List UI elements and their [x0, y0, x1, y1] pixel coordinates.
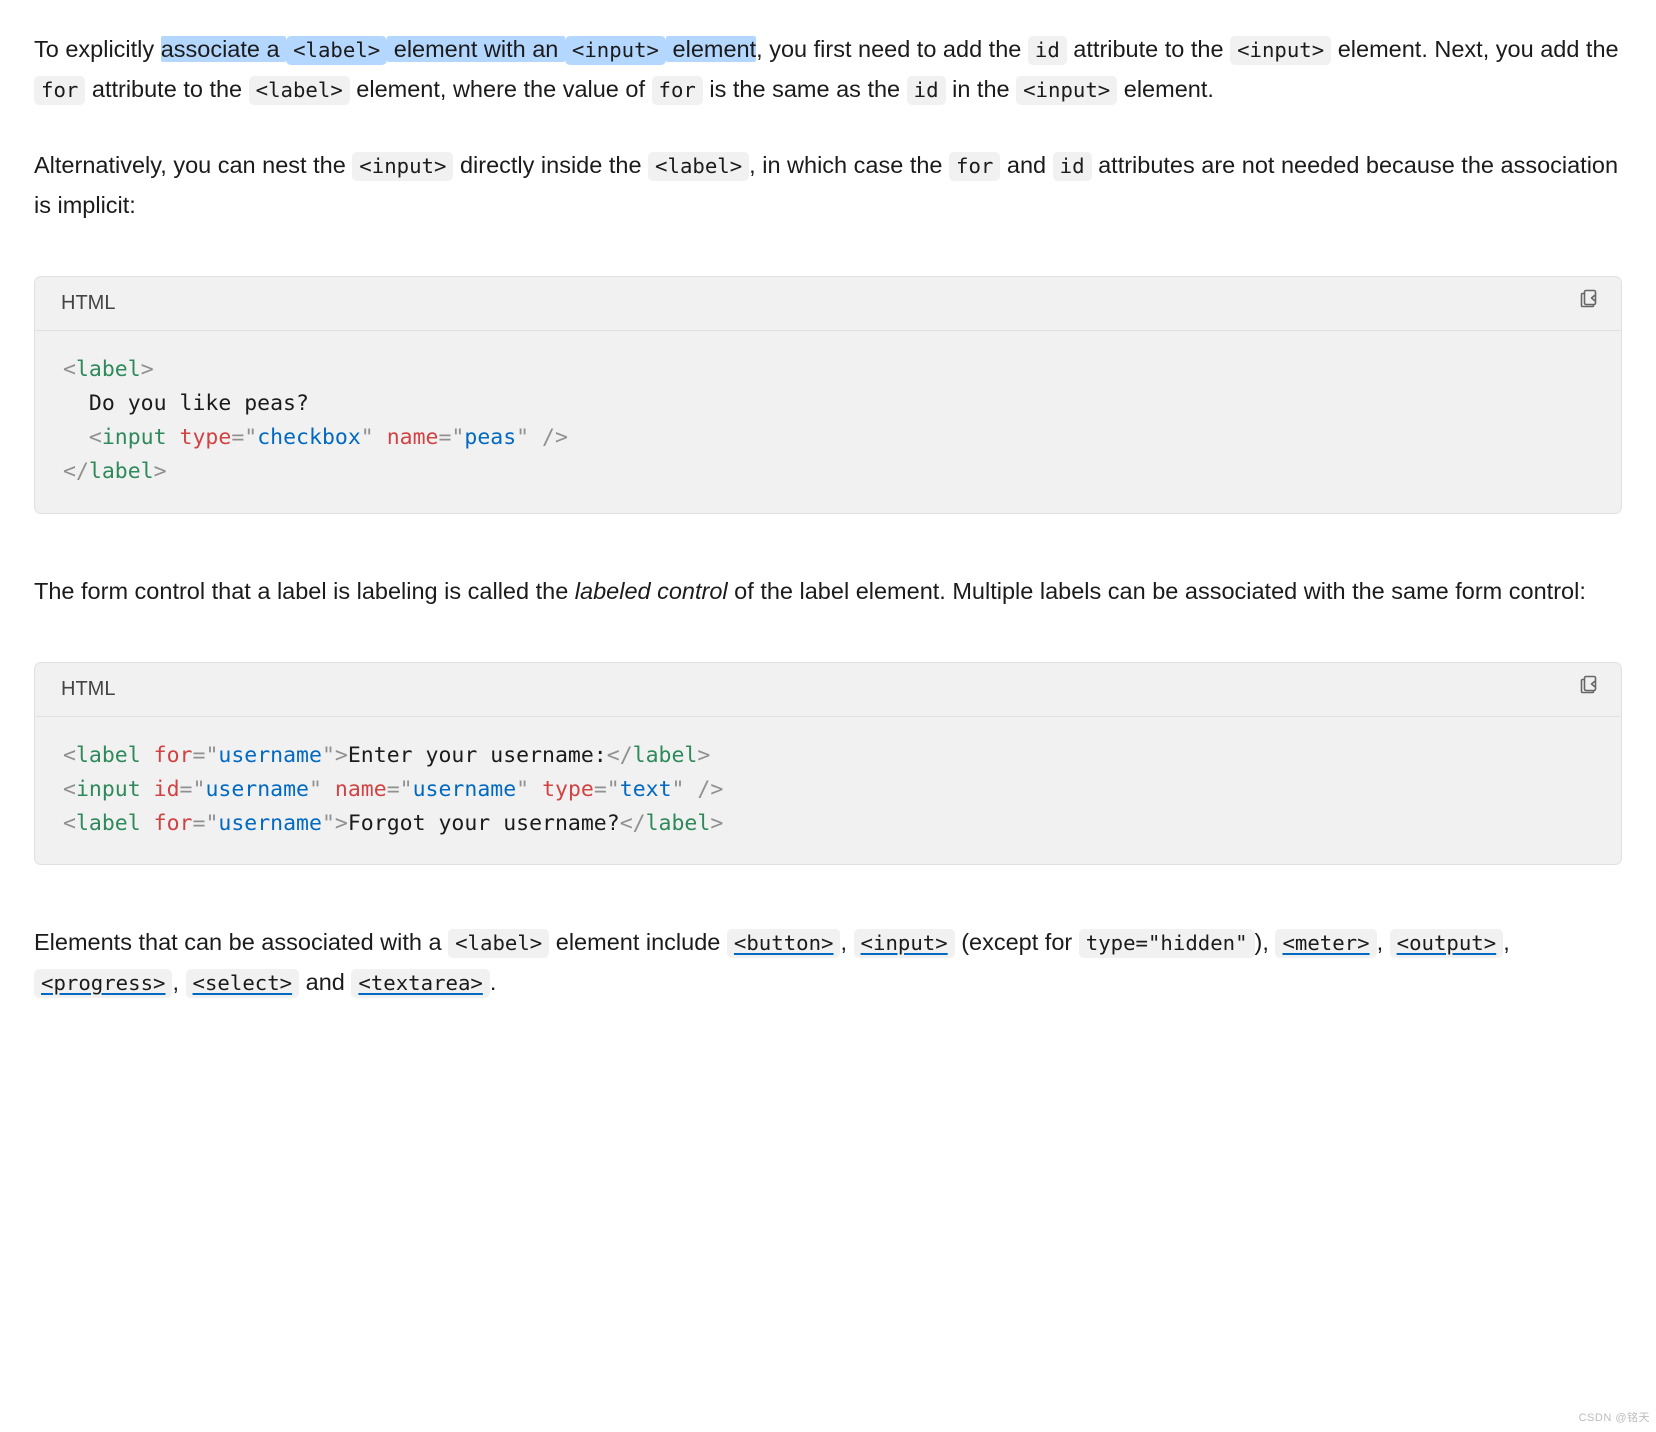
code-type-hidden: type="hidden": [1079, 929, 1255, 958]
code-for: for: [34, 76, 85, 105]
code-language-label: HTML: [61, 672, 115, 706]
code-for: for: [652, 76, 703, 105]
text: directly inside the: [453, 152, 648, 178]
link-output[interactable]: <output>: [1390, 929, 1504, 955]
text: and: [299, 969, 351, 995]
link-button[interactable]: <button>: [727, 929, 841, 955]
code-block-1: HTML <label> Do you like peas? <input ty…: [34, 276, 1622, 514]
text: ,: [840, 929, 853, 955]
text: attribute to the: [85, 76, 248, 102]
clipboard-icon: [1577, 286, 1601, 321]
text: element.: [1117, 76, 1214, 102]
text: is the same as the: [703, 76, 907, 102]
watermark: CSDN @铭天: [1579, 1409, 1650, 1428]
clipboard-icon: [1577, 672, 1601, 707]
text: ,: [1503, 929, 1510, 955]
code-input: <input>: [1230, 36, 1331, 65]
text: in the: [946, 76, 1017, 102]
paragraph-3: The form control that a label is labelin…: [34, 572, 1622, 612]
link-input[interactable]: <input>: [854, 929, 955, 955]
text: .: [490, 969, 497, 995]
text: element include: [549, 929, 727, 955]
text: (except for: [955, 929, 1079, 955]
code-id: id: [1028, 36, 1067, 65]
text: To explicitly: [34, 36, 161, 62]
code-content: <label for="username">Enter your usernam…: [35, 717, 1621, 865]
text: Alternatively, you can nest the: [34, 152, 352, 178]
code-content: <label> Do you like peas? <input type="c…: [35, 331, 1621, 513]
code-label: <label>: [448, 929, 549, 958]
paragraph-2: Alternatively, you can nest the <input> …: [34, 146, 1622, 226]
highlight: element with an: [387, 36, 565, 62]
text: element, where the value of: [350, 76, 652, 102]
text: ,: [1377, 929, 1390, 955]
code-id: id: [907, 76, 946, 105]
code-input: <input>: [352, 152, 453, 181]
code-language-label: HTML: [61, 286, 115, 320]
text: element. Next, you add the: [1331, 36, 1618, 62]
code-block-2: HTML <label for="username">Enter your us…: [34, 662, 1622, 866]
copy-button[interactable]: [1577, 672, 1601, 707]
emphasis: labeled control: [575, 578, 728, 604]
paragraph-1: To explicitly associate a <label> elemen…: [34, 30, 1622, 110]
text: The form control that a label is labelin…: [34, 578, 575, 604]
link-textarea[interactable]: <textarea>: [351, 969, 489, 995]
text: ),: [1255, 929, 1276, 955]
code-input: <input>: [1016, 76, 1117, 105]
code-label: <label>: [648, 152, 749, 181]
code-block-header: HTML: [35, 663, 1621, 717]
highlight: element: [666, 36, 756, 62]
code-label: <label>: [286, 36, 387, 65]
code-block-header: HTML: [35, 277, 1621, 331]
code-input: <input>: [565, 36, 666, 65]
link-progress[interactable]: <progress>: [34, 969, 172, 995]
text: of the label element. Multiple labels ca…: [728, 578, 1586, 604]
highlight: associate a: [161, 36, 286, 62]
text: ,: [172, 969, 185, 995]
paragraph-4: Elements that can be associated with a <…: [34, 923, 1622, 1003]
text: Elements that can be associated with a: [34, 929, 448, 955]
code-label: <label>: [249, 76, 350, 105]
copy-button[interactable]: [1577, 286, 1601, 321]
text: , in which case the: [749, 152, 949, 178]
text: attribute to the: [1067, 36, 1230, 62]
text: , you first need to add the: [756, 36, 1028, 62]
link-meter[interactable]: <meter>: [1275, 929, 1376, 955]
code-id: id: [1053, 152, 1092, 181]
code-for: for: [949, 152, 1000, 181]
text: and: [1000, 152, 1052, 178]
link-select[interactable]: <select>: [186, 969, 300, 995]
